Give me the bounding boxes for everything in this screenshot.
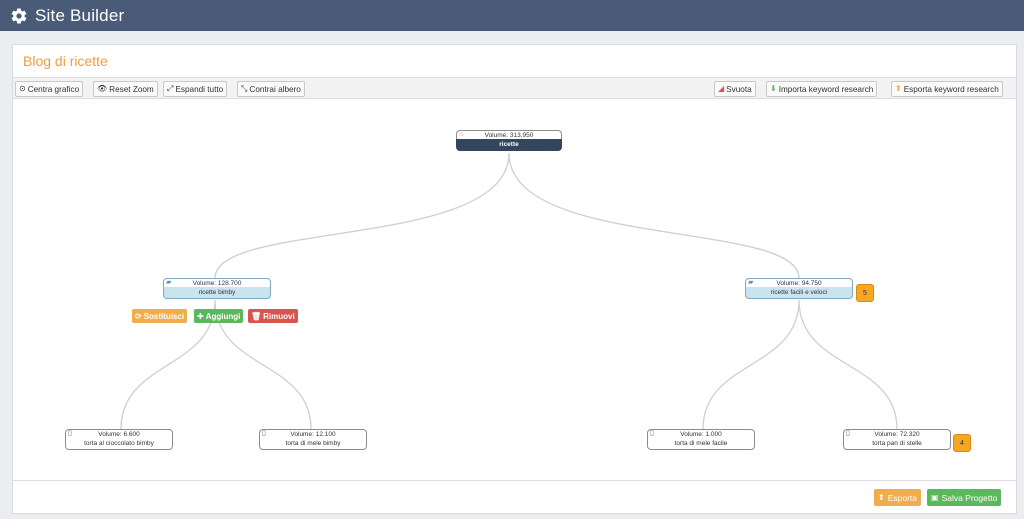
- link-right-leaf3: [702, 299, 800, 430]
- file-icon: ▯: [650, 430, 654, 437]
- tree-node-leaf[interactable]: Volume: 6.600 torta al cioccolato bimby …: [65, 429, 173, 452]
- file-icon: ▯: [262, 430, 266, 437]
- home-icon: ⌂: [459, 131, 464, 138]
- add-node-button[interactable]: ✚ Aggiungi: [194, 309, 244, 323]
- remove-label: Rimuovi: [263, 311, 295, 321]
- file-icon: ▯: [846, 430, 850, 437]
- export-keywords-button[interactable]: ⬆ Esporta keyword research: [891, 81, 1003, 97]
- link-root-right: [508, 152, 800, 279]
- node-keyword: ricette: [456, 139, 562, 151]
- collapse-tree-button[interactable]: ⤡ Contrai albero: [237, 81, 305, 97]
- export-label: Esporta: [887, 492, 917, 503]
- export-keywords-label: Esporta keyword research: [903, 84, 999, 94]
- node-keyword: torta di mele facile: [647, 438, 755, 450]
- app-title: Site Builder: [35, 5, 125, 25]
- reset-zoom-button[interactable]: 👁 Reset Zoom: [93, 81, 158, 97]
- clear-label: Svuota: [726, 84, 752, 94]
- children-count-badge[interactable]: 5: [856, 284, 874, 302]
- download-icon: ⬇: [770, 84, 777, 93]
- tree-node-leaf[interactable]: Volume: 1.000 torta di mele facile ▯: [647, 429, 755, 452]
- link-right-leaf4: [798, 299, 898, 430]
- project-panel: Blog di ricette ⊙ Centra grafico 👁 Reset…: [12, 44, 1017, 514]
- replace-label: Sostituisci: [143, 311, 185, 321]
- clear-button[interactable]: ◢ Svuota: [714, 81, 756, 97]
- folder-icon: ▰: [166, 279, 172, 286]
- save-project-label: Salva Progetto: [941, 492, 998, 503]
- expand-all-label: Espandi tutto: [175, 84, 224, 94]
- toolbar: ⊙ Centra grafico 👁 Reset Zoom ⤢ Espandi …: [13, 77, 1016, 99]
- file-icon: ▯: [68, 430, 72, 437]
- target-icon: ⊙: [19, 84, 26, 93]
- node-keyword: torta di mele bimby: [259, 438, 367, 450]
- center-chart-button[interactable]: ⊙ Centra grafico: [15, 81, 84, 97]
- children-count-badge[interactable]: 4: [953, 434, 971, 452]
- trash-icon: 🗑: [251, 311, 262, 321]
- eraser-icon: ◢: [718, 84, 725, 93]
- add-label: Aggiungi: [205, 311, 241, 321]
- compress-icon: ⤡: [241, 84, 248, 93]
- expand-icon: ⤢: [167, 84, 174, 93]
- remove-node-button[interactable]: 🗑 Rimuovi: [248, 309, 298, 323]
- expand-all-button[interactable]: ⤢ Espandi tutto: [163, 81, 228, 97]
- save-icon: ▣: [931, 493, 939, 502]
- gear-icon: [11, 8, 27, 24]
- upload-icon: ⬆: [895, 84, 902, 93]
- folder-icon: ▰: [748, 279, 754, 286]
- export-button[interactable]: ⬆ Esporta: [874, 489, 921, 506]
- plus-icon: ✚: [197, 311, 204, 321]
- node-keyword: torta pan di stelle: [843, 438, 951, 450]
- tree-canvas[interactable]: Volume: 313.950 ricette ⌂ Volume: 128.70…: [13, 100, 1016, 480]
- tree-node-leaf[interactable]: Volume: 72.320 torta pan di stelle ▯: [843, 429, 951, 452]
- refresh-icon: ⟳: [135, 311, 142, 321]
- node-keyword: ricette bimby: [163, 287, 271, 299]
- tree-node-leaf[interactable]: Volume: 12.100 torta di mele bimby ▯: [259, 429, 367, 452]
- footer-divider: [13, 480, 1016, 481]
- node-keyword: ricette facili e veloci: [745, 287, 853, 299]
- eye-icon: 👁: [97, 84, 108, 93]
- tree-node-category[interactable]: Volume: 128.700 ricette bimby ▰: [163, 278, 271, 301]
- replace-node-button[interactable]: ⟳ Sostituisci: [132, 309, 188, 323]
- center-chart-label: Centra grafico: [27, 84, 80, 94]
- collapse-tree-label: Contrai albero: [249, 84, 301, 94]
- import-keywords-button[interactable]: ⬇ Importa keyword research: [766, 81, 878, 97]
- save-project-button[interactable]: ▣ Salva Progetto: [927, 489, 1002, 506]
- upload-icon: ⬆: [878, 493, 885, 502]
- link-root-left: [214, 152, 510, 279]
- node-keyword: torta al cioccolato bimby: [65, 438, 173, 450]
- tree-node-category[interactable]: Volume: 94.750 ricette facili e veloci ▰: [745, 278, 853, 301]
- reset-zoom-label: Reset Zoom: [109, 84, 154, 94]
- app-header: Site Builder: [0, 0, 1024, 31]
- page-title: Blog di ricette: [23, 53, 108, 69]
- tree-node-root[interactable]: Volume: 313.950 ricette ⌂: [456, 130, 562, 153]
- import-keywords-label: Importa keyword research: [778, 84, 874, 94]
